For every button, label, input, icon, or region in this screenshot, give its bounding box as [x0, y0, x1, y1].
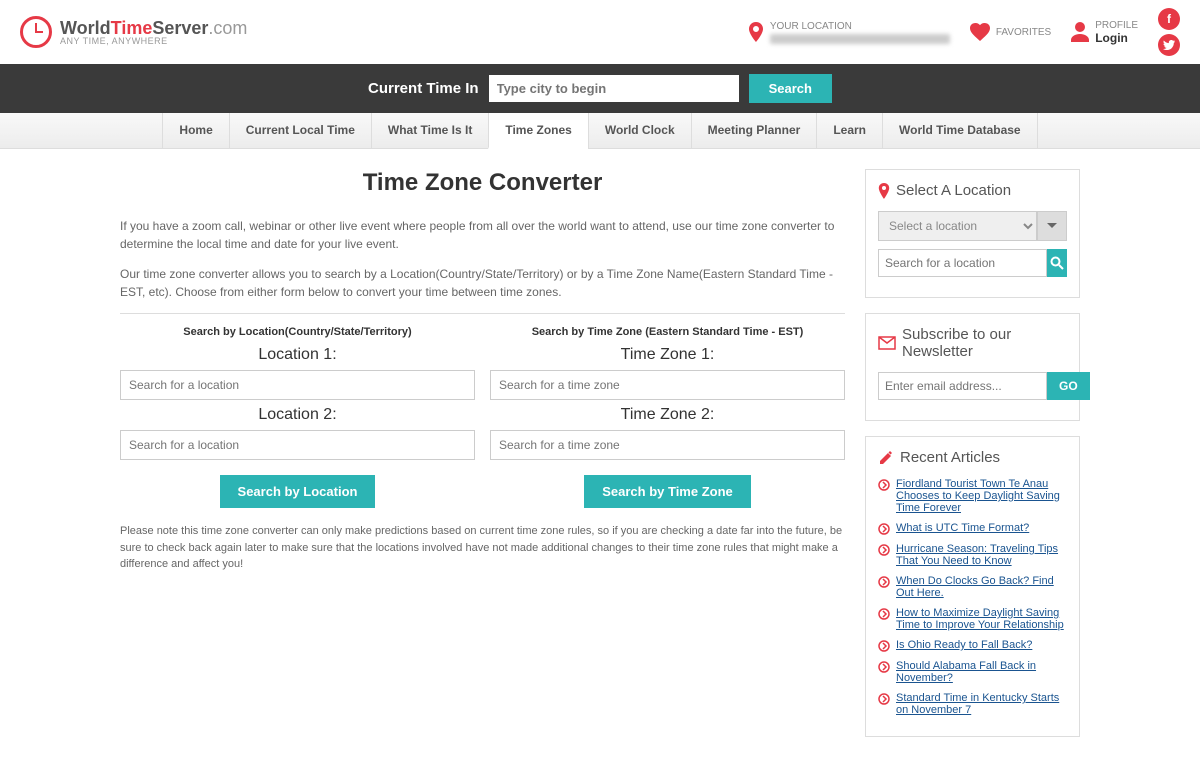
twitter-icon[interactable] [1158, 34, 1180, 56]
article-item: What is UTC Time Format? [878, 522, 1067, 535]
location-1-input[interactable] [120, 370, 475, 400]
clock-icon [20, 16, 52, 48]
envelope-icon [878, 336, 896, 350]
brand-server: Server [152, 18, 208, 38]
intro-1: If you have a zoom call, webinar or othe… [120, 217, 845, 253]
nav-time-zones[interactable]: Time Zones [488, 113, 587, 149]
nav-home[interactable]: Home [162, 113, 228, 148]
timezone-2-input[interactable] [490, 430, 845, 460]
search-by-location-button[interactable]: Search by Location [220, 475, 376, 508]
timezone-2-label: Time Zone 2: [490, 406, 845, 424]
article-item: How to Maximize Daylight Saving Time to … [878, 607, 1067, 631]
location-pin-icon [878, 183, 890, 199]
search-icon[interactable] [1047, 249, 1067, 277]
nav-what-time-is-it[interactable]: What Time Is It [371, 113, 488, 148]
nav-learn[interactable]: Learn [816, 113, 882, 148]
note: Please note this time zone converter can… [120, 523, 845, 573]
chevron-down-icon[interactable] [1037, 211, 1067, 241]
article-link[interactable]: How to Maximize Daylight Saving Time to … [896, 607, 1067, 631]
article-item: Fiordland Tourist Town Te Anau Chooses t… [878, 478, 1067, 514]
brand-time: Time [111, 18, 153, 38]
login-link[interactable]: Login [1095, 31, 1138, 45]
nav-meeting-planner[interactable]: Meeting Planner [691, 113, 817, 148]
divider [120, 313, 845, 314]
search-by-location-head: Search by Location(Country/State/Territo… [120, 326, 475, 338]
location-pin-icon [748, 22, 764, 42]
brand-world: World [60, 18, 111, 38]
profile[interactable]: PROFILE Login [1071, 20, 1138, 45]
arrow-right-icon [878, 523, 890, 535]
timezone-1-input[interactable] [490, 370, 845, 400]
intro-2: Our time zone converter allows you to se… [120, 265, 845, 301]
location-select[interactable]: Select a location [878, 211, 1037, 241]
article-item: When Do Clocks Go Back? Find Out Here. [878, 575, 1067, 599]
favorites[interactable]: FAVORITES [970, 23, 1051, 41]
arrow-right-icon [878, 576, 890, 588]
your-location[interactable]: YOUR LOCATION [748, 21, 950, 44]
newsletter-title: Subscribe to our Newsletter [902, 326, 1067, 360]
article-link[interactable]: Fiordland Tourist Town Te Anau Chooses t… [896, 478, 1067, 514]
search-by-timezone-button[interactable]: Search by Time Zone [584, 475, 751, 508]
search-button[interactable]: Search [749, 74, 832, 103]
article-link[interactable]: Should Alabama Fall Back in November? [896, 660, 1067, 684]
article-link[interactable]: Hurricane Season: Traveling Tips That Yo… [896, 543, 1067, 567]
location-value-blurred [770, 34, 950, 44]
location-2-label: Location 2: [120, 406, 475, 424]
select-location-widget: Select A Location Select a location [865, 169, 1080, 298]
arrow-right-icon [878, 693, 890, 705]
nav-world-clock[interactable]: World Clock [588, 113, 691, 148]
article-item: Standard Time in Kentucky Starts on Nove… [878, 692, 1067, 716]
location-search-input[interactable] [878, 249, 1047, 277]
article-link[interactable]: Is Ohio Ready to Fall Back? [896, 639, 1032, 651]
city-search-input[interactable] [489, 75, 739, 102]
location-1-label: Location 1: [120, 346, 475, 364]
pencil-icon [878, 450, 894, 466]
timezone-1-label: Time Zone 1: [490, 346, 845, 364]
current-time-in-label: Current Time In [368, 80, 479, 97]
article-link[interactable]: When Do Clocks Go Back? Find Out Here. [896, 575, 1067, 599]
nav-world-time-database[interactable]: World Time Database [882, 113, 1038, 148]
page-title: Time Zone Converter [120, 169, 845, 197]
favorites-label: FAVORITES [996, 27, 1051, 38]
recent-articles-widget: Recent Articles Fiordland Tourist Town T… [865, 436, 1080, 737]
your-location-label: YOUR LOCATION [770, 21, 950, 32]
profile-label: PROFILE [1095, 20, 1138, 31]
arrow-right-icon [878, 640, 890, 652]
person-icon [1071, 22, 1089, 42]
search-by-timezone-head: Search by Time Zone (Eastern Standard Ti… [490, 326, 845, 338]
location-2-input[interactable] [120, 430, 475, 460]
facebook-icon[interactable]: f [1158, 8, 1180, 30]
article-link[interactable]: Standard Time in Kentucky Starts on Nove… [896, 692, 1067, 716]
brand-com: .com [208, 18, 247, 38]
go-button[interactable]: GO [1047, 372, 1090, 400]
arrow-right-icon [878, 479, 890, 491]
article-link[interactable]: What is UTC Time Format? [896, 522, 1029, 534]
arrow-right-icon [878, 661, 890, 673]
email-input[interactable] [878, 372, 1047, 400]
arrow-right-icon [878, 544, 890, 556]
nav-current-local-time[interactable]: Current Local Time [229, 113, 371, 148]
article-item: Should Alabama Fall Back in November? [878, 660, 1067, 684]
article-item: Is Ohio Ready to Fall Back? [878, 639, 1067, 652]
recent-articles-title: Recent Articles [900, 449, 1000, 466]
select-location-title: Select A Location [896, 182, 1011, 199]
tagline: ANY TIME, ANYWHERE [60, 37, 247, 46]
logo[interactable]: WorldTimeServer.com ANY TIME, ANYWHERE [20, 16, 247, 48]
arrow-right-icon [878, 608, 890, 620]
newsletter-widget: Subscribe to our Newsletter GO [865, 313, 1080, 421]
article-item: Hurricane Season: Traveling Tips That Yo… [878, 543, 1067, 567]
heart-icon [970, 23, 990, 41]
